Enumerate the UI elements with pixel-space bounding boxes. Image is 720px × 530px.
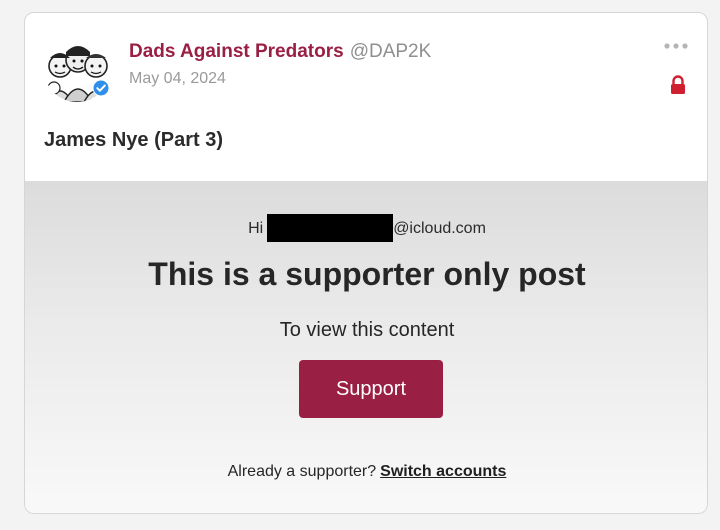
redacted-email-block: [267, 213, 394, 242]
already-supporter-line: Already a supporter? Switch accounts: [25, 462, 707, 482]
author-line: Dads Against Predators @DAP2K: [129, 40, 431, 64]
author-name[interactable]: Dads Against Predators: [129, 41, 344, 62]
post-date: May 04, 2024: [129, 70, 226, 87]
greeting-prefix: Hi: [248, 220, 264, 237]
post-card: Dads Against Predators @DAP2K May 04, 202…: [24, 12, 708, 514]
already-supporter-text: Already a supporter?: [227, 463, 377, 480]
email-suffix: @icloud.com: [393, 220, 486, 237]
paywall-panel: Hi @icloud.com This is a supporter only p…: [25, 181, 707, 513]
greeting: Hi @icloud.com: [25, 213, 707, 242]
paywall-subtext: To view this content: [279, 319, 455, 341]
support-button[interactable]: Support: [299, 360, 443, 418]
switch-accounts-link[interactable]: Switch accounts: [380, 463, 506, 480]
lock-icon: [669, 75, 687, 95]
more-icon[interactable]: [663, 38, 689, 54]
author-handle[interactable]: @DAP2K: [350, 41, 432, 62]
paywall-headline: This is a supporter only post: [148, 256, 586, 292]
verified-badge-icon: [92, 79, 110, 97]
post-title: James Nye (Part 3): [44, 129, 223, 151]
